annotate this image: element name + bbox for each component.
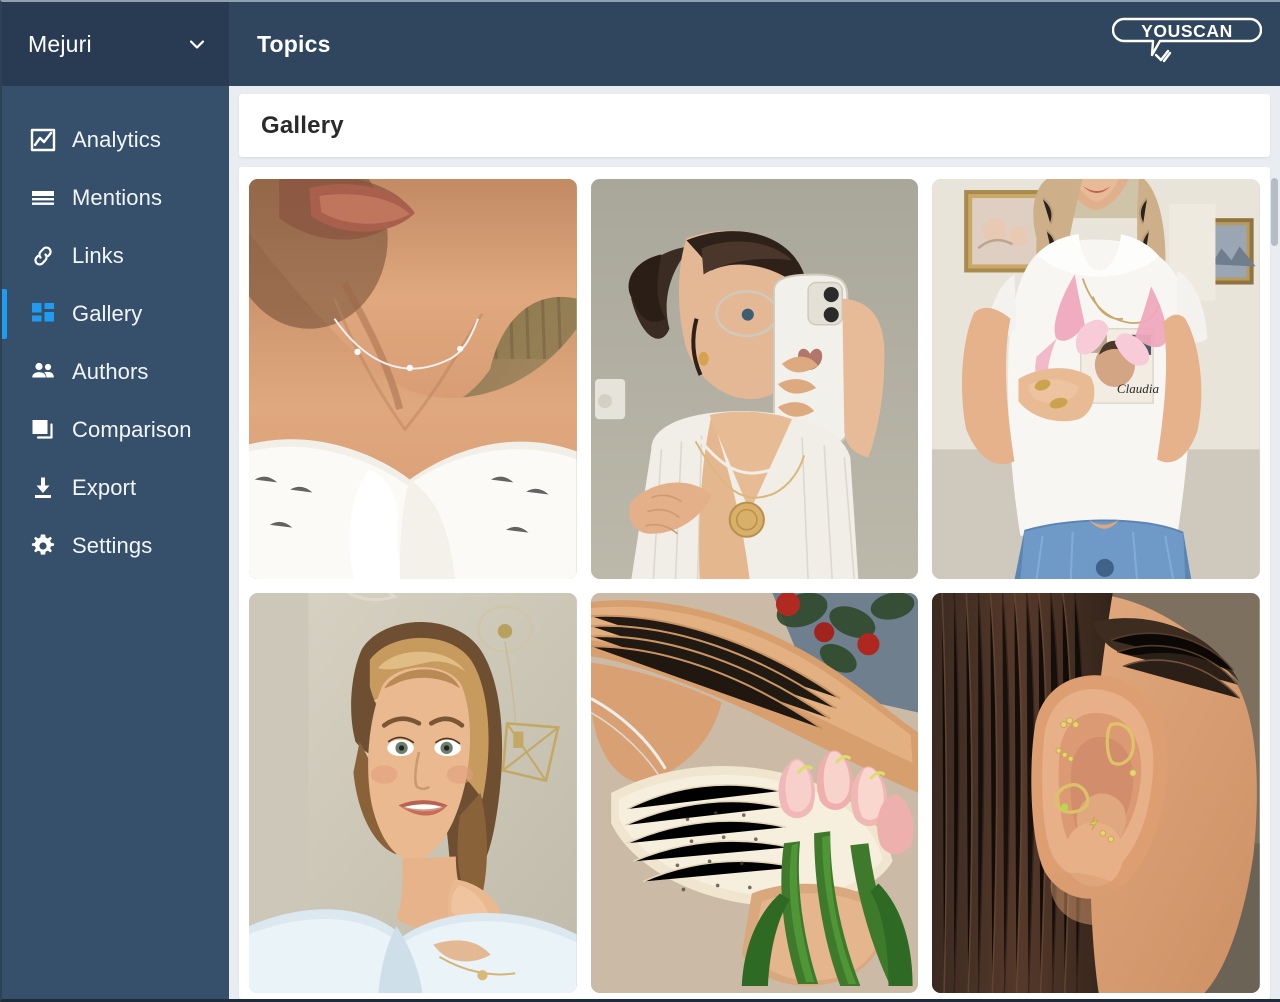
- authors-people-icon: [28, 357, 58, 387]
- sidebar-item-label: Export: [72, 475, 136, 501]
- chevron-down-icon[interactable]: [187, 34, 207, 54]
- sidebar-item-settings[interactable]: Settings: [2, 517, 229, 575]
- svg-text:Claudia: Claudia: [1117, 381, 1160, 396]
- application-window: Mejuri Analytics: [0, 0, 1280, 1002]
- sidebar-nav: Analytics Mentions: [2, 86, 229, 575]
- sidebar-item-authors[interactable]: Authors: [2, 343, 229, 401]
- sidebar-item-label: Gallery: [72, 301, 142, 327]
- sidebar-item-label: Authors: [72, 359, 149, 385]
- scrollbar-thumb[interactable]: [1271, 178, 1278, 246]
- sidebar-item-mentions[interactable]: Mentions: [2, 169, 229, 227]
- brand-selector[interactable]: Mejuri: [2, 2, 229, 86]
- brand-name: Mejuri: [28, 31, 187, 58]
- panel-title: Gallery: [261, 112, 344, 140]
- export-download-icon: [28, 473, 58, 503]
- sidebar: Mejuri Analytics: [2, 2, 229, 999]
- sidebar-item-label: Comparison: [72, 417, 192, 443]
- content-area: Gallery: [229, 86, 1280, 999]
- gallery-tile[interactable]: [591, 593, 919, 993]
- sidebar-item-label: Links: [72, 243, 124, 269]
- analytics-chart-icon: [28, 125, 58, 155]
- vertical-scrollbar[interactable]: [1268, 170, 1280, 999]
- gallery-tile[interactable]: [591, 179, 919, 579]
- sidebar-item-analytics[interactable]: Analytics: [2, 111, 229, 169]
- gallery-tile[interactable]: Claudia: [932, 179, 1260, 579]
- svg-text:YOUSCAN: YOUSCAN: [1141, 21, 1233, 41]
- sidebar-item-label: Analytics: [72, 127, 161, 153]
- settings-gear-icon: [28, 531, 58, 561]
- link-chain-icon: [28, 241, 58, 271]
- gallery-tile[interactable]: [249, 593, 577, 993]
- sidebar-item-links[interactable]: Links: [2, 227, 229, 285]
- gallery-grid: Claudia: [249, 179, 1260, 993]
- sidebar-item-gallery[interactable]: Gallery: [2, 285, 229, 343]
- gallery-tile[interactable]: [249, 179, 577, 579]
- main-region: Topics YOUSCAN Gallery: [229, 2, 1280, 999]
- sidebar-item-label: Settings: [72, 533, 152, 559]
- sidebar-item-comparison[interactable]: Comparison: [2, 401, 229, 459]
- comparison-layers-icon: [28, 415, 58, 445]
- top-bar: Topics YOUSCAN: [229, 2, 1280, 86]
- gallery-grid-icon: [28, 299, 58, 329]
- gallery-panel-header: Gallery: [239, 94, 1270, 157]
- youscan-logo[interactable]: YOUSCAN: [1112, 15, 1262, 73]
- gallery-panel: Claudia: [239, 167, 1270, 999]
- sidebar-item-export[interactable]: Export: [2, 459, 229, 517]
- gallery-tile[interactable]: [932, 593, 1260, 993]
- sidebar-item-label: Mentions: [72, 185, 162, 211]
- mentions-list-icon: [28, 183, 58, 213]
- page-title: Topics: [257, 31, 331, 58]
